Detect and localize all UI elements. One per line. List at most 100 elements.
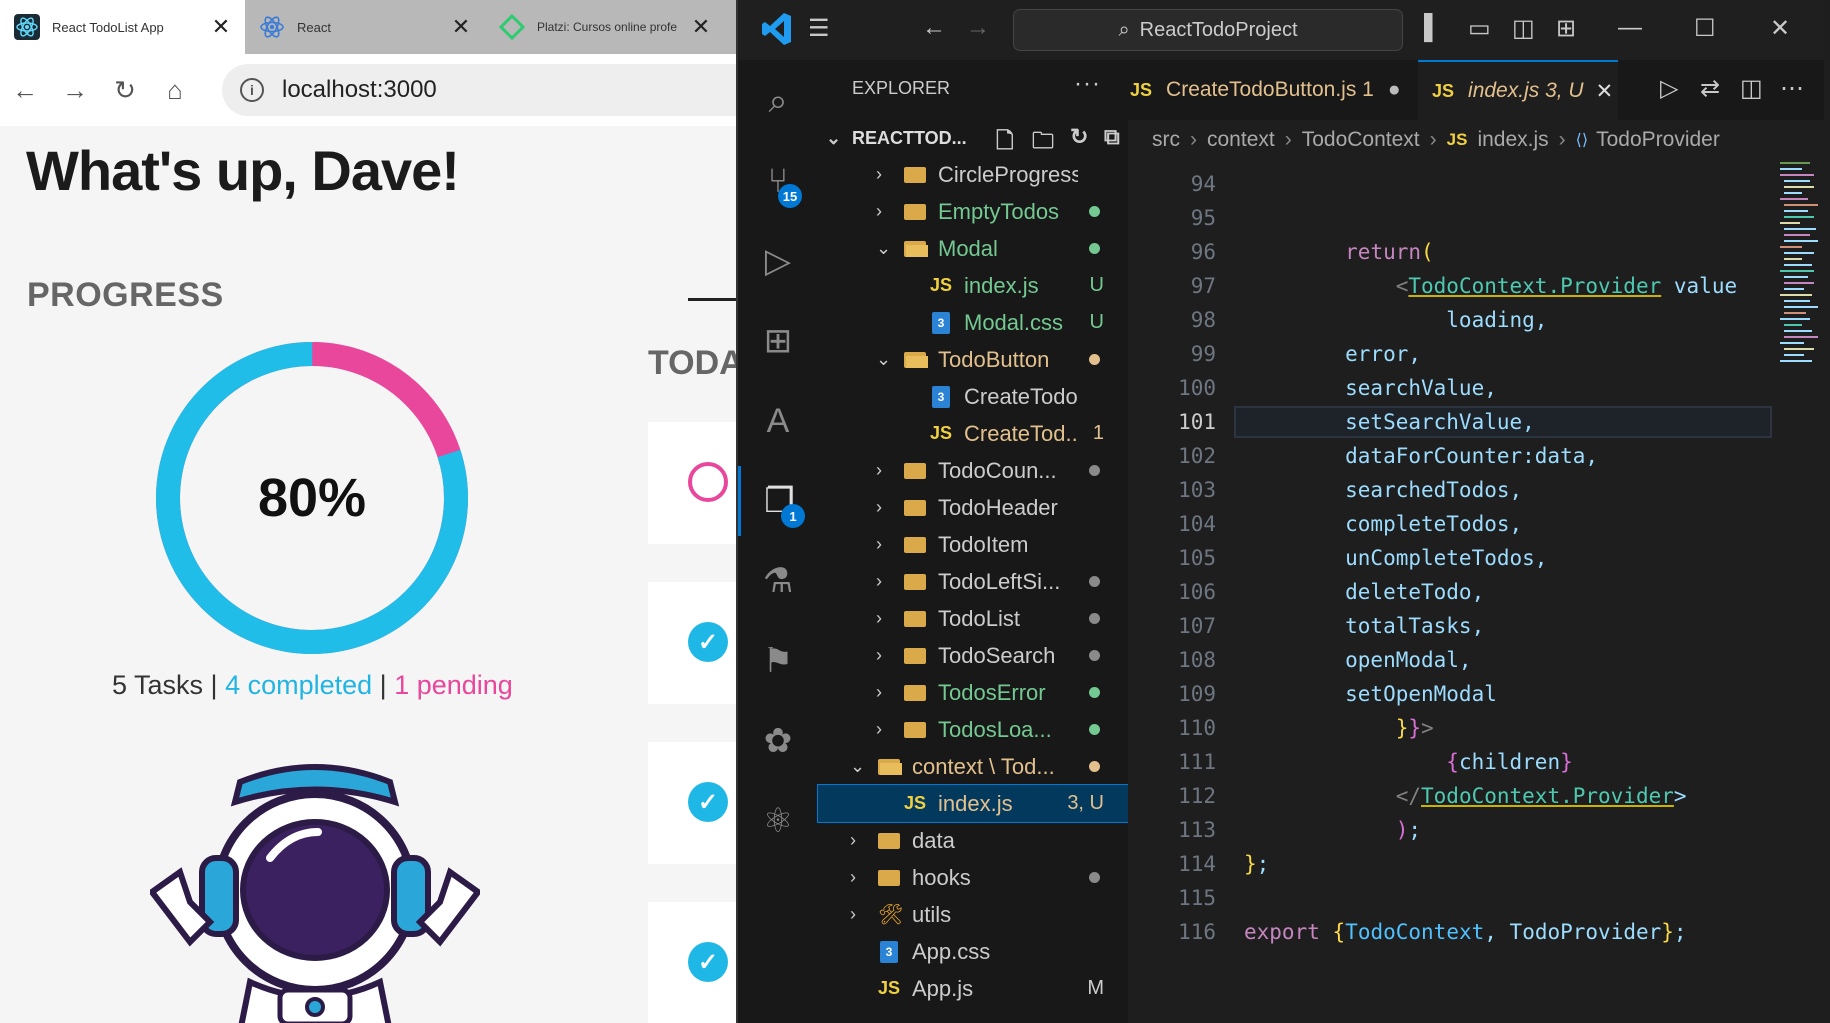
tree-folder-row[interactable]: › TodoLeftSi... [818, 563, 1128, 600]
info-icon[interactable]: i [240, 78, 264, 102]
code-line[interactable]: completeTodos, [1244, 512, 1522, 536]
home-icon[interactable]: ⌂ [150, 75, 200, 106]
todo-card[interactable]: ✓ [648, 582, 740, 704]
todo-card[interactable]: ✓ [648, 902, 740, 1023]
breadcrumb-item[interactable]: TodoContext [1302, 128, 1420, 152]
toggle-secondary-sidebar-icon[interactable]: ◫ [1512, 14, 1535, 43]
tree-folder-row[interactable]: › TodoItem [818, 526, 1128, 563]
tree-folder-row[interactable]: › 🛠 utils [818, 896, 1128, 933]
tree-file-row[interactable]: 3 Modal.css U [818, 304, 1128, 341]
code-line[interactable]: setOpenModal [1244, 682, 1497, 706]
minimap[interactable] [1776, 160, 1824, 380]
todo-check-icon[interactable]: ✓ [688, 782, 728, 822]
close-icon[interactable]: ✕ [451, 14, 471, 40]
testing-icon[interactable]: ⚗ [738, 546, 818, 616]
code-line[interactable]: }; [1244, 852, 1269, 876]
chevron-right-icon[interactable]: › [876, 534, 882, 555]
close-icon[interactable]: ✕ [211, 14, 231, 40]
breadcrumb-item[interactable]: context [1207, 128, 1275, 152]
tree-file-row[interactable]: JS index.js 3, U [817, 784, 1129, 823]
unsaved-dot-icon[interactable]: ● [1388, 78, 1401, 102]
scrollbar[interactable] [1824, 0, 1830, 1023]
toggle-sidebar-icon[interactable]: ▌ [1424, 14, 1441, 42]
browser-tab-platzi[interactable]: Platzi: Cursos online profe ✕ [485, 0, 725, 54]
chevron-right-icon[interactable]: › [876, 460, 882, 481]
code-line[interactable]: totalTasks, [1244, 614, 1484, 638]
back-arrow-icon[interactable]: ← [922, 14, 946, 42]
source-control-icon[interactable]: ⑂ 15 [738, 146, 818, 216]
search-icon[interactable]: ⌕ [738, 66, 818, 136]
address-bar[interactable]: i localhost:3000 [222, 64, 762, 116]
todo-card[interactable] [648, 422, 740, 544]
back-arrow-icon[interactable]: ← [0, 75, 50, 106]
code-line[interactable]: </TodoContext.Provider> [1244, 784, 1687, 808]
code-line[interactable]: searchValue, [1244, 376, 1497, 400]
refresh-icon[interactable]: ↻ [1070, 124, 1088, 150]
tree-folder-row[interactable]: › EmptyTodos [818, 193, 1128, 230]
editor-tab-createtodobutton[interactable]: JS CreateTodoButton.js 1 ● [1126, 60, 1416, 120]
forward-arrow-icon[interactable]: → [50, 75, 100, 106]
todo-check-icon[interactable]: ✓ [688, 942, 728, 982]
project-header[interactable]: ⌄ REACTTOD... 🗋 🗀 ↻ ⧉ [818, 120, 1128, 156]
tree-file-row[interactable]: JS App.js M [818, 970, 1128, 1007]
tree-folder-row[interactable]: ⌄ TodoButton [818, 341, 1128, 378]
toggle-panel-icon[interactable]: ▭ [1468, 14, 1491, 43]
chevron-right-icon[interactable]: › [876, 201, 882, 222]
maximize-icon[interactable]: ☐ [1694, 14, 1716, 43]
close-icon[interactable]: ✕ [691, 14, 711, 40]
close-window-icon[interactable]: ✕ [1770, 14, 1790, 43]
close-icon[interactable]: ✕ [1596, 79, 1614, 104]
tree-folder-row[interactable]: › TodoSearch [818, 637, 1128, 674]
code-line[interactable]: dataForCounter:data, [1244, 444, 1598, 468]
tree-folder-row[interactable]: › data [818, 822, 1128, 859]
remote-icon[interactable]: ✿ [738, 706, 818, 776]
todo-card[interactable]: ✓ [648, 742, 740, 864]
tree-folder-row[interactable]: › TodoCoun... [818, 452, 1128, 489]
code-line[interactable]: searchedTodos, [1244, 478, 1522, 502]
code-line[interactable]: <TodoContext.Provider value [1244, 274, 1737, 298]
reload-icon[interactable]: ↻ [100, 75, 150, 106]
tree-folder-row[interactable]: › TodosLoa... [818, 711, 1128, 748]
chevron-right-icon[interactable]: › [876, 608, 882, 629]
chevron-down-icon[interactable]: ⌄ [876, 349, 891, 370]
chevron-down-icon[interactable]: ⌄ [850, 756, 865, 777]
bookmark-icon[interactable]: ⚑ [738, 626, 818, 696]
tree-folder-row[interactable]: ⌄ context \ Tod... [818, 748, 1128, 785]
explorer-icon[interactable]: ❐ 1 [738, 466, 818, 536]
chevron-right-icon[interactable]: › [850, 830, 856, 851]
tree-file-row[interactable]: 3 CreateTodoBut... [818, 378, 1128, 415]
chevron-right-icon[interactable]: › [876, 719, 882, 740]
code-line[interactable]: return( [1244, 240, 1434, 264]
run-debug-icon[interactable]: ▷ [738, 226, 818, 296]
forward-arrow-icon[interactable]: → [966, 14, 990, 42]
code-line[interactable]: {children} [1244, 750, 1572, 774]
code-line[interactable]: error, [1244, 342, 1421, 366]
todo-unchecked-icon[interactable] [688, 462, 728, 502]
breadcrumb-item[interactable]: index.js [1477, 128, 1548, 152]
more-actions-icon[interactable]: ··· [1074, 70, 1101, 98]
menu-icon[interactable]: ☰ [808, 14, 830, 43]
tree-file-row[interactable]: JS CreateTod... 1 [818, 415, 1128, 452]
more-actions-icon[interactable]: ⋯ [1780, 74, 1804, 103]
chevron-right-icon[interactable]: › [876, 497, 882, 518]
chevron-right-icon[interactable]: › [850, 904, 856, 925]
browser-tab-react[interactable]: React ✕ [245, 0, 485, 54]
minimize-icon[interactable]: — [1618, 14, 1642, 42]
breadcrumb-item[interactable]: TodoProvider [1596, 128, 1720, 152]
tree-folder-row[interactable]: › hooks [818, 859, 1128, 896]
command-center-search[interactable]: ⌕ ReactTodoProject [1013, 9, 1403, 51]
tree-file-row[interactable]: JS index.js U [818, 267, 1128, 304]
code-line[interactable]: }}> [1244, 716, 1434, 740]
tree-folder-row[interactable]: › TodoHeader [818, 489, 1128, 526]
breadcrumb-item[interactable]: src [1152, 128, 1180, 152]
tree-file-row[interactable]: 3 App.css [818, 933, 1128, 970]
chevron-right-icon[interactable]: › [876, 571, 882, 592]
azure-icon[interactable]: A [738, 386, 818, 456]
customize-layout-icon[interactable]: ⊞ [1556, 14, 1576, 43]
code-line[interactable]: openModal, [1244, 648, 1471, 672]
code-line[interactable]: export {TodoContext, TodoProvider}; [1244, 920, 1687, 944]
chevron-right-icon[interactable]: › [876, 645, 882, 666]
chevron-right-icon[interactable]: › [850, 867, 856, 888]
collapse-all-icon[interactable]: ⧉ [1104, 124, 1120, 150]
editor-tab-index-js[interactable]: JS index.js 3, U ✕ [1418, 60, 1618, 120]
